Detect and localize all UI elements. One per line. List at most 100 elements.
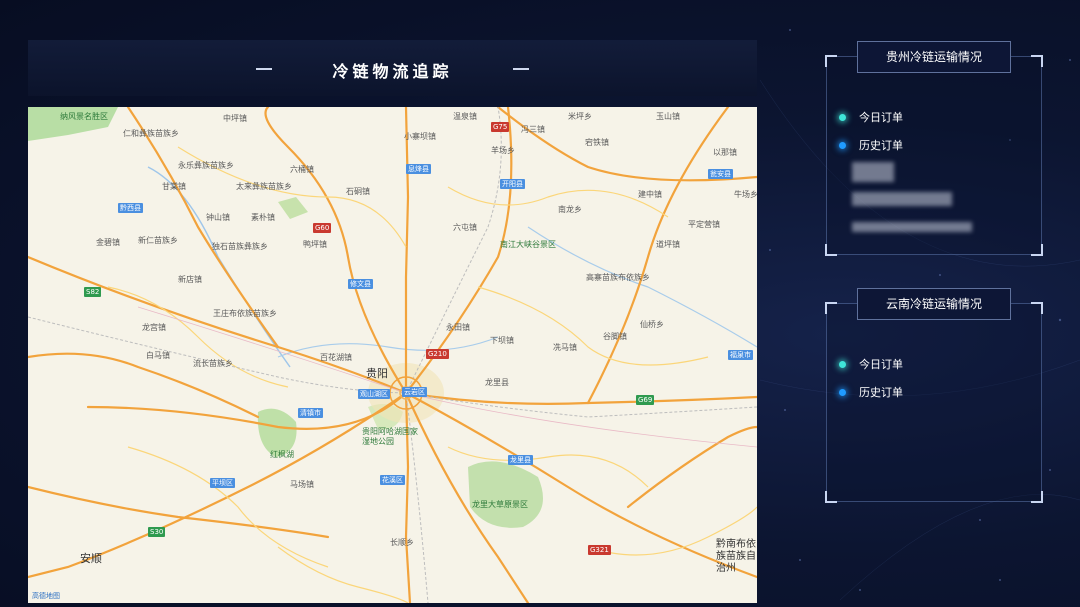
title-bar: 冷链物流追踪: [28, 40, 757, 96]
map-label: 永乐彝族苗族乡: [178, 161, 234, 170]
map-label: 观山湖区: [358, 389, 390, 399]
map-label: 王庄布依族苗族乡: [213, 309, 277, 318]
map-label: 钟山镇: [206, 213, 230, 222]
map-label: 百花湖镇: [320, 353, 352, 362]
map-label: 宕铁镇: [585, 138, 609, 147]
map-label: 甘棠镇: [162, 182, 186, 191]
legend-label: 今日订单: [859, 111, 903, 124]
map-label: 黔南布依族苗族自治州: [716, 539, 756, 574]
map-label: 以那镇: [713, 148, 737, 157]
title-right-dash: [513, 68, 529, 70]
panel-title: 贵州冷链运输情况: [857, 41, 1011, 73]
map-label: 下坝镇: [490, 336, 514, 345]
road-badge: G69: [636, 395, 655, 405]
map-label: 云岩区: [402, 387, 427, 397]
panel-corner: [825, 244, 837, 256]
map-label: 米坪乡: [568, 112, 592, 121]
panel-corner: [825, 55, 837, 67]
map-label: 谷脚镇: [603, 332, 627, 341]
map-label: 永田镇: [446, 323, 470, 332]
map-label: 息烽县: [406, 164, 431, 174]
road-badge: S82: [84, 287, 102, 297]
map-label: 太来彝族苗族乡: [236, 182, 292, 191]
map-label: 冼马镇: [553, 343, 577, 352]
map-label: 小寨坝镇: [404, 132, 436, 141]
map-label: 鸭坪镇: [303, 240, 327, 249]
map-label: 红枫湖: [270, 450, 294, 459]
road-badge: G60: [313, 223, 332, 233]
map-label: 独石苗族彝族乡: [212, 242, 268, 251]
panel-corner: [1031, 302, 1043, 314]
panel-title: 云南冷链运输情况: [857, 288, 1011, 320]
legend-today[interactable]: 今日订单: [839, 356, 903, 372]
map-label: 道坪镇: [656, 240, 680, 249]
redacted-content: [852, 162, 894, 182]
redacted-content: [852, 192, 952, 206]
map-label: 金碧镇: [96, 238, 120, 247]
page-title: 冷链物流追踪: [332, 62, 453, 81]
map-label: 龙里大草原景区: [472, 500, 528, 509]
map-label: 花溪区: [380, 475, 405, 485]
road-badge: G321: [588, 545, 611, 555]
legend-history[interactable]: 历史订单: [839, 384, 903, 400]
map-label: 马场镇: [290, 480, 314, 489]
map-label: 中坪镇: [223, 114, 247, 123]
map-label: 流长苗族乡: [193, 359, 233, 368]
redacted-content: [852, 222, 972, 232]
map-label: 安顺: [80, 552, 102, 565]
map-label: 修文县: [348, 279, 373, 289]
map-label: 羊场乡: [491, 146, 515, 155]
map-label: 高寨苗族布依族乡: [586, 273, 650, 282]
map-label: 六桶镇: [290, 165, 314, 174]
map-label: 平定营镇: [688, 220, 720, 229]
legend-label: 历史订单: [859, 139, 903, 152]
legend-label: 历史订单: [859, 386, 903, 399]
map-label: 龙宫镇: [142, 323, 166, 332]
history-dot-icon: [839, 141, 846, 149]
map-label: 龙里县: [508, 455, 533, 465]
map-label: 贵阳阿哈湖国家湿地公园: [362, 427, 418, 446]
legend-history[interactable]: 历史订单: [839, 137, 903, 153]
map-label: 清镇市: [298, 408, 323, 418]
panel-corner: [1031, 244, 1043, 256]
map-label: 新店镇: [178, 275, 202, 284]
map-label: 瓮安县: [708, 169, 733, 179]
map-label: 南龙乡: [558, 205, 582, 214]
map-base-layer: [28, 107, 757, 603]
map-label: 牛场乡: [734, 190, 757, 199]
map-label: 六屯镇: [453, 223, 477, 232]
map-label: 素朴镇: [251, 213, 275, 222]
map-label: 白马镇: [146, 351, 170, 360]
map-label: 仁和彝族苗族乡: [123, 129, 179, 138]
legend-today[interactable]: 今日订单: [839, 109, 903, 125]
map-label: 温泉镇: [453, 112, 477, 121]
map-label: 新仁苗族乡: [138, 236, 178, 245]
road-badge: G210: [426, 349, 449, 359]
yunnan-panel: 云南冷链运输情况 今日订单 历史订单: [825, 288, 1043, 503]
map-label: 开阳县: [500, 179, 525, 189]
panel-corner: [1031, 491, 1043, 503]
history-dot-icon: [839, 388, 846, 396]
map-label: 福泉市: [728, 350, 753, 360]
map-major-city: 贵阳: [366, 367, 388, 380]
map-label: 冯三镇: [521, 125, 545, 134]
today-dot-icon: [839, 113, 846, 121]
road-badge: G75: [491, 122, 510, 132]
panel-corner: [825, 302, 837, 314]
map-label: 长顺乡: [390, 538, 414, 547]
road-badge: S30: [148, 527, 166, 537]
map-label: 平坝区: [210, 478, 235, 488]
map-label: 仙桥乡: [640, 320, 664, 329]
map-label: 纳风景名胜区: [60, 112, 108, 121]
today-dot-icon: [839, 360, 846, 368]
guizhou-panel: 贵州冷链运输情况 今日订单 历史订单: [825, 41, 1043, 256]
map-label: 龙里县: [485, 378, 509, 387]
map-view[interactable]: 纳风景名胜区 中坪镇 温泉镇 冯三镇 米坪乡 玉山镇 仁和彝族苗族乡 小寨坝镇 …: [28, 107, 757, 603]
panel-corner: [1031, 55, 1043, 67]
legend-label: 今日订单: [859, 358, 903, 371]
map-label: 石硐镇: [346, 187, 370, 196]
map-label: 南江大峡谷景区: [500, 240, 556, 249]
map-label: 玉山镇: [656, 112, 680, 121]
map-label: 建中镇: [638, 190, 662, 199]
map-label: 黔西县: [118, 203, 143, 213]
